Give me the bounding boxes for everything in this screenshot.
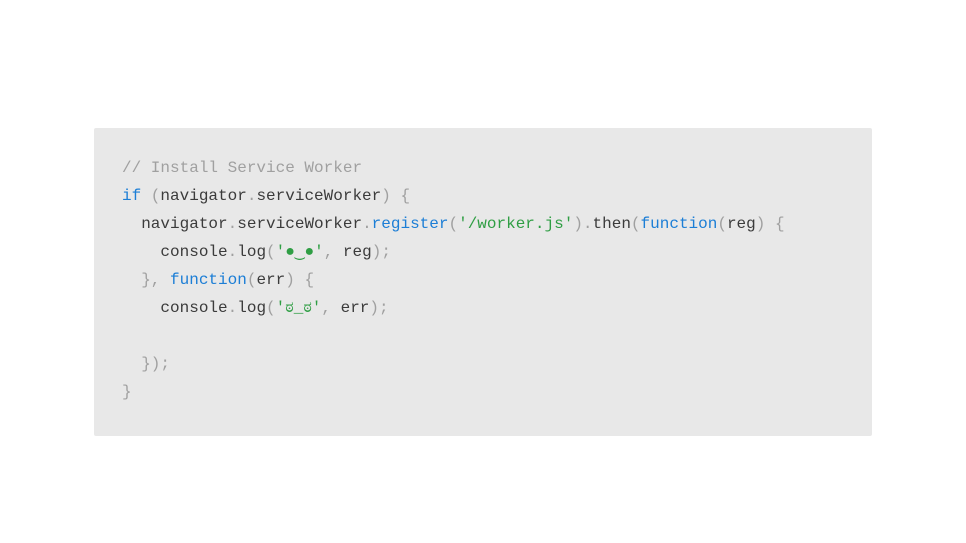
identifier-reg: reg <box>727 215 756 233</box>
code-line-3: navigator.serviceWorker.register('/worke… <box>122 210 844 238</box>
punct: . <box>247 187 257 205</box>
punct: ( <box>631 215 641 233</box>
identifier-err: err <box>256 271 285 289</box>
punct: ( <box>266 243 276 261</box>
punct: . <box>362 215 372 233</box>
indent <box>122 355 141 373</box>
code-line-4: console.log('●‿●', reg); <box>122 238 844 266</box>
code-line-5: }, function(err) { <box>122 266 844 294</box>
indent <box>122 271 141 289</box>
identifier-serviceworker: serviceWorker <box>256 187 381 205</box>
punct: } <box>122 383 132 401</box>
string-emoticon-disapproval: 'ಠ_ಠ' <box>276 299 322 317</box>
string-emoticon-happy: '●‿●' <box>276 243 324 261</box>
code-line-6: console.log('ಠ_ಠ', err); <box>122 294 844 322</box>
punct: ( <box>266 299 276 317</box>
punct: . <box>228 215 238 233</box>
keyword-if: if <box>122 187 141 205</box>
punct: , <box>321 299 340 317</box>
code-line-1: // Install Service Worker <box>122 154 844 182</box>
comment: // Install Service Worker <box>122 159 362 177</box>
identifier-serviceworker: serviceWorker <box>237 215 362 233</box>
punct: , <box>324 243 343 261</box>
punct: }); <box>141 355 170 373</box>
keyword-function: function <box>170 271 247 289</box>
punct: ( <box>247 271 257 289</box>
punct: . <box>228 299 238 317</box>
punct: ) { <box>381 187 410 205</box>
method-log: log <box>237 243 266 261</box>
punct: ) { <box>756 215 785 233</box>
identifier-reg: reg <box>343 243 372 261</box>
punct: ( <box>717 215 727 233</box>
punct: ); <box>372 243 391 261</box>
punct: ) { <box>285 271 314 289</box>
method-then: then <box>593 215 631 233</box>
identifier-navigator: navigator <box>141 215 227 233</box>
identifier-err: err <box>341 299 370 317</box>
identifier-navigator: navigator <box>160 187 246 205</box>
punct: ); <box>369 299 388 317</box>
identifier-console: console <box>160 299 227 317</box>
punct: ( <box>448 215 458 233</box>
punct: ). <box>573 215 592 233</box>
code-line-blank <box>122 322 844 350</box>
code-line-8: } <box>122 378 844 406</box>
keyword-function: function <box>641 215 718 233</box>
method-register: register <box>372 215 449 233</box>
string-literal: '/worker.js' <box>458 215 573 233</box>
punct: . <box>228 243 238 261</box>
code-block: // Install Service Worker if (navigator.… <box>94 128 872 436</box>
indent <box>122 299 160 317</box>
punct: ( <box>141 187 160 205</box>
code-line-2: if (navigator.serviceWorker) { <box>122 182 844 210</box>
method-log: log <box>237 299 266 317</box>
indent <box>122 215 141 233</box>
code-line-7: }); <box>122 350 844 378</box>
indent <box>122 243 160 261</box>
punct: }, <box>141 271 170 289</box>
identifier-console: console <box>160 243 227 261</box>
